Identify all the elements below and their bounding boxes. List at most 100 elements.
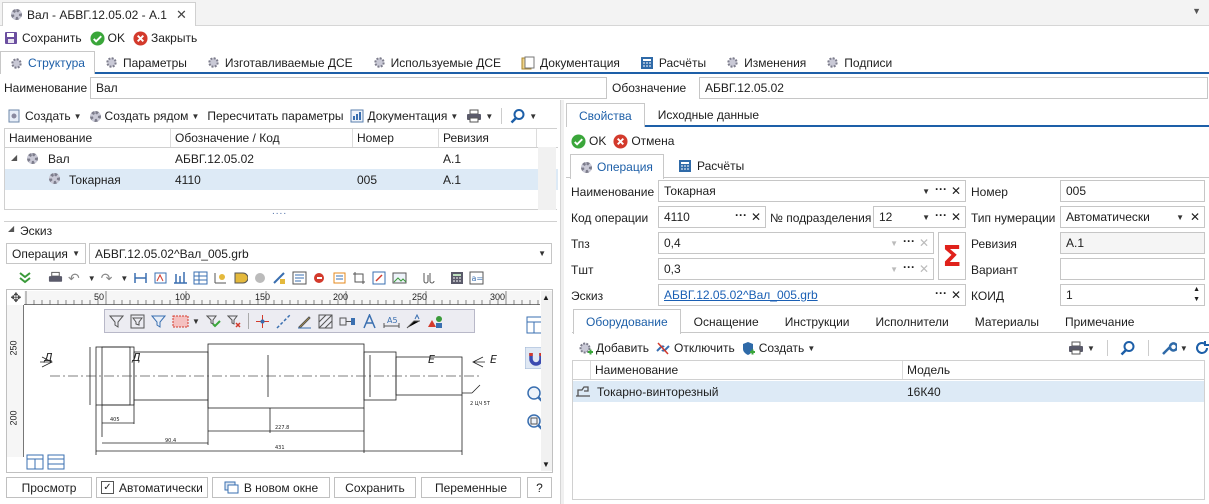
clear-icon[interactable]: ✕ bbox=[919, 262, 929, 276]
tab-operation[interactable]: Операция bbox=[570, 154, 664, 179]
column-header[interactable]: Ревизия bbox=[439, 129, 537, 147]
clear-icon[interactable]: ✕ bbox=[1190, 210, 1200, 224]
shape-icon[interactable] bbox=[233, 271, 249, 285]
printer-icon[interactable] bbox=[48, 271, 63, 285]
pen-icon[interactable] bbox=[297, 314, 312, 329]
chain-icon[interactable] bbox=[421, 271, 436, 285]
chevron-down-icon[interactable]: ▼ bbox=[922, 213, 930, 222]
spin-up-icon[interactable]: ▲ bbox=[1193, 286, 1200, 293]
clear-icon[interactable]: ✕ bbox=[951, 210, 961, 224]
name-field[interactable]: Вал bbox=[90, 77, 607, 99]
tab-main-tabs-5[interactable]: Расчёты bbox=[630, 51, 716, 74]
tab-bottom-tabs-0[interactable]: Оборудование bbox=[573, 309, 681, 334]
leader-icon[interactable] bbox=[406, 313, 421, 329]
column-header[interactable]: Наименование bbox=[5, 129, 171, 147]
dept-field[interactable]: 12 ▼ ··· ✕ bbox=[873, 206, 966, 228]
collapse-triangle-icon[interactable]: ◢ bbox=[8, 224, 14, 233]
search-icon[interactable] bbox=[1120, 340, 1136, 356]
tsht-field[interactable]: 0,3 ▼ ··· ✕ bbox=[658, 258, 934, 280]
crosshair-icon[interactable]: ✥ bbox=[8, 291, 24, 305]
number-field[interactable]: 005 bbox=[1060, 180, 1205, 202]
filter-down-icon[interactable] bbox=[109, 314, 124, 329]
op-name-field[interactable]: Токарная ▼ ··· ✕ bbox=[658, 180, 966, 202]
recalc-button[interactable]: Пересчитать параметры bbox=[207, 109, 343, 123]
panel-splitter[interactable] bbox=[560, 100, 564, 504]
list-icon[interactable] bbox=[292, 271, 307, 285]
column-header[interactable]: Номер bbox=[353, 129, 439, 147]
tab-main-tabs-3[interactable]: Используемые ДСЕ bbox=[363, 51, 511, 74]
more-icon[interactable]: ··· bbox=[935, 286, 947, 300]
tpz-field[interactable]: 0,4 ▼ ··· ✕ bbox=[658, 232, 934, 254]
picture-icon[interactable] bbox=[392, 271, 407, 285]
dimension-icon[interactable] bbox=[133, 271, 148, 285]
tab-bottom-tabs-4[interactable]: Материалы bbox=[962, 309, 1052, 334]
split-horizontal-icon[interactable] bbox=[47, 454, 65, 470]
sphere-icon[interactable] bbox=[253, 271, 267, 285]
measure-icon[interactable] bbox=[272, 271, 287, 285]
align-icon[interactable] bbox=[173, 271, 188, 285]
axis-icon[interactable] bbox=[213, 271, 228, 285]
snap-icon[interactable] bbox=[372, 271, 387, 285]
shapes-icon[interactable] bbox=[427, 314, 444, 329]
variant-field[interactable] bbox=[1060, 258, 1205, 280]
numtype-select[interactable]: Автоматически ▼ ✕ bbox=[1060, 206, 1205, 228]
add-button[interactable]: Добавить bbox=[578, 341, 649, 356]
filter-check-icon[interactable] bbox=[205, 314, 221, 329]
sketch-link[interactable]: АБВГ.12.05.02^Вал_005.grb bbox=[664, 288, 818, 302]
more-icon[interactable]: ··· bbox=[735, 208, 747, 222]
clear-icon[interactable]: ✕ bbox=[951, 184, 961, 198]
double-chevron-down-icon[interactable] bbox=[18, 271, 32, 285]
vertical-scrollbar[interactable] bbox=[538, 147, 556, 210]
undo-icon[interactable]: ↶ bbox=[68, 270, 80, 287]
chevron-down-icon[interactable]: ▼ bbox=[890, 239, 898, 248]
designation-field[interactable]: АБВГ.12.05.02 bbox=[699, 77, 1208, 99]
tab-bottom-tabs-5[interactable]: Примечание bbox=[1052, 309, 1147, 334]
tab-right-tabs-0[interactable]: Свойства bbox=[566, 103, 645, 127]
more-icon[interactable]: ··· bbox=[903, 260, 915, 274]
chevron-down-icon[interactable]: ▼ bbox=[890, 265, 898, 274]
tab-main-tabs-4[interactable]: Документация bbox=[511, 51, 630, 74]
hatch-icon[interactable] bbox=[318, 314, 333, 329]
clear-icon[interactable]: ✕ bbox=[919, 236, 929, 250]
refresh-icon[interactable] bbox=[1194, 340, 1209, 356]
table-icon[interactable] bbox=[193, 271, 208, 285]
checkbox-icon[interactable]: ✓ bbox=[101, 481, 114, 494]
tab-main-tabs-0[interactable]: Структура bbox=[0, 51, 95, 74]
save-sketch-button[interactable]: Сохранить bbox=[334, 477, 416, 498]
clear-icon[interactable]: ✕ bbox=[951, 288, 961, 302]
point-icon[interactable] bbox=[255, 314, 270, 329]
close-tab-icon[interactable]: ✕ bbox=[176, 7, 187, 23]
tab-calculations[interactable]: Расчёты bbox=[670, 154, 752, 178]
scroll-up-icon[interactable]: ▲ bbox=[542, 293, 550, 302]
print-button[interactable]: ▼ bbox=[466, 109, 493, 123]
op-code-field[interactable]: 4110 ··· ✕ bbox=[658, 206, 766, 228]
open-new-window-button[interactable]: В новом окне bbox=[212, 477, 330, 498]
tolerance-icon[interactable] bbox=[153, 271, 168, 285]
column-header[interactable]: Обозначение / Код bbox=[171, 129, 353, 147]
chevron-down-icon[interactable]: ▼ bbox=[1176, 213, 1184, 222]
split-vertical-icon[interactable] bbox=[26, 454, 44, 470]
tab-bottom-tabs-3[interactable]: Исполнители bbox=[863, 309, 962, 334]
sigma-button[interactable]: Σ bbox=[938, 232, 966, 280]
clear-icon[interactable]: ✕ bbox=[751, 210, 761, 224]
sketch-file-select[interactable]: АБВГ.12.05.02^Вал_005.grb ▼ bbox=[89, 243, 552, 264]
spin-down-icon[interactable]: ▼ bbox=[1193, 296, 1200, 303]
connect-icon[interactable] bbox=[339, 314, 356, 329]
sketch-field[interactable]: АБВГ.12.05.02^Вал_005.grb ··· ✕ bbox=[658, 284, 966, 306]
line-icon[interactable] bbox=[276, 313, 291, 329]
tab-bottom-tabs-2[interactable]: Инструкции bbox=[772, 309, 863, 334]
documentation-button[interactable]: Документация ▼ bbox=[350, 109, 458, 123]
scroll-down-icon[interactable]: ▼ bbox=[542, 460, 550, 469]
column-header[interactable]: Модель bbox=[903, 361, 1204, 379]
print-button[interactable]: ▼ bbox=[1068, 341, 1095, 355]
koid-spinner[interactable]: 1 ▲ ▼ bbox=[1060, 284, 1205, 306]
ok-button[interactable]: OK bbox=[571, 133, 606, 149]
filter-clear-icon[interactable] bbox=[226, 314, 242, 329]
dimension-text-icon[interactable]: A5 bbox=[383, 314, 400, 329]
create-button[interactable]: Создать ▼ bbox=[8, 109, 82, 123]
shaft-drawing[interactable]: Д Д Е Е 405 90.4 227.8 431 2 ЦЧ 5Т bbox=[30, 333, 500, 463]
close-button[interactable]: Закрыть bbox=[133, 30, 197, 46]
expand-triangle-icon[interactable]: ◢ bbox=[11, 153, 17, 162]
tab-main-tabs-1[interactable]: Параметры bbox=[95, 51, 197, 74]
detach-button[interactable]: Отключить bbox=[655, 341, 735, 356]
